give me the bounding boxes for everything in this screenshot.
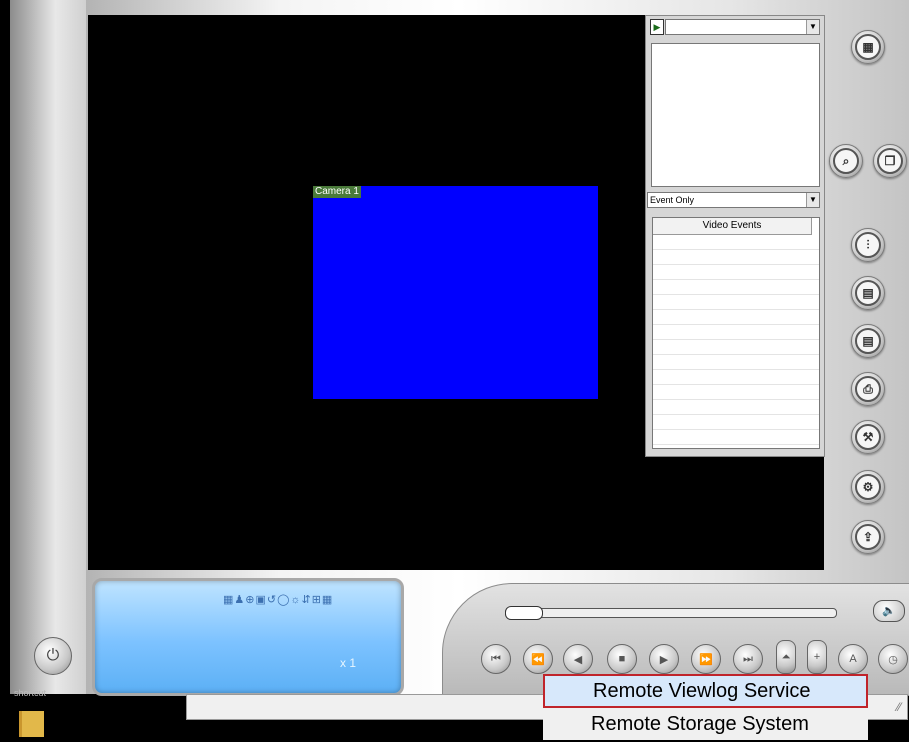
zoom-in-button[interactable]: + (807, 640, 827, 674)
lcd-status-panel: ▦♟⊕▣↺◯☼⇵⊞▦ x 1 (92, 578, 404, 696)
lcd-status-icons: ▦♟⊕▣↺◯☼⇵⊞▦ (223, 594, 334, 606)
magnifier-icon: ⌕ (833, 148, 859, 174)
list-item[interactable] (653, 415, 819, 430)
power-icon: ⏻ (46, 647, 60, 664)
chevron-down-icon[interactable]: ▼ (806, 193, 819, 207)
camera-list[interactable] (651, 43, 820, 187)
events-column-header: Video Events (653, 218, 812, 235)
menu-item-remote-storage[interactable]: Remote Storage System (543, 708, 868, 740)
backup-icon: ⇪ (855, 524, 881, 550)
step-back-icon: ⏪ (531, 653, 545, 666)
list-item[interactable] (653, 310, 819, 325)
play-button[interactable]: ▶ (649, 644, 679, 674)
tools-button[interactable]: ⚒ (851, 420, 885, 454)
search-button[interactable]: ⌕ (829, 144, 863, 178)
play-reverse-button[interactable]: ◀ (563, 644, 593, 674)
list-item[interactable] (653, 265, 819, 280)
save-avi-button[interactable]: ▤ (851, 276, 885, 310)
skip-end-button[interactable]: ⏭ (733, 644, 763, 674)
volume-button[interactable]: 🔈 (873, 600, 905, 622)
camera-select[interactable]: ▼ (665, 19, 820, 35)
grid-icon: ▦ (855, 34, 881, 60)
chevron-down-icon[interactable]: ▼ (806, 20, 819, 34)
tools-icon: ⚒ (855, 424, 881, 450)
list-item[interactable] (653, 250, 819, 265)
list-item[interactable] (653, 355, 819, 370)
step-forward-button[interactable]: ⏩ (691, 644, 721, 674)
stop-button[interactable]: ■ (607, 644, 637, 674)
adjust-button[interactable]: ⫶ (851, 228, 885, 262)
list-item[interactable] (653, 295, 819, 310)
text-icon: A (849, 653, 857, 665)
skip-start-icon: ⏮ (491, 652, 501, 665)
save-bmp-icon: ▤ (855, 328, 881, 354)
settings-button[interactable]: ⚙ (851, 470, 885, 504)
backup-button[interactable]: ⇪ (851, 520, 885, 554)
text-overlay-button[interactable]: A (838, 644, 868, 674)
step-forward-icon: ⏩ (699, 653, 713, 666)
list-item[interactable] (653, 400, 819, 415)
save-avi-icon: ▤ (855, 280, 881, 306)
playback-slider[interactable] (505, 606, 837, 620)
speaker-icon: 🔈 (882, 605, 896, 617)
gear-icon: ⚙ (855, 474, 881, 500)
rewind-start-button[interactable]: ⏮ (481, 644, 511, 674)
slider-thumb[interactable] (505, 606, 543, 620)
layout-button[interactable]: ▦ (851, 30, 885, 64)
speed-up-button[interactable]: ⏶ (776, 640, 796, 674)
list-item[interactable] (653, 280, 819, 295)
power-button[interactable]: ⏻ (34, 637, 72, 675)
panel-play-icon[interactable]: ▶ (650, 19, 664, 35)
play-reverse-icon: ◀ (573, 653, 583, 666)
sliders-icon: ⫶ (855, 232, 881, 258)
skip-end-icon: ⏭ (743, 652, 753, 665)
play-icon: ▶ (659, 653, 669, 666)
menu-item-remote-viewlog[interactable]: Remote Viewlog Service (543, 674, 868, 708)
desktop-shortcut-label: shortcut (14, 688, 47, 698)
event-filter-select[interactable]: Event Only ▼ (647, 192, 820, 208)
step-back-button[interactable]: ⏪ (523, 644, 553, 674)
list-item[interactable] (653, 340, 819, 355)
arrow-up-icon: ⏶ (781, 650, 791, 663)
playback-speed: x 1 (340, 656, 357, 670)
copy-button[interactable]: ❐ (873, 144, 907, 178)
left-rail (10, 0, 86, 694)
stop-icon: ■ (618, 653, 626, 665)
camera-label: Camera 1 (313, 186, 361, 198)
resize-grip-icon[interactable]: ⁄⁄ (897, 700, 901, 714)
clock-button[interactable]: ◷ (878, 644, 908, 674)
save-bmp-button[interactable]: ▤ (851, 324, 885, 358)
folder-icon[interactable] (19, 711, 44, 737)
printer-icon: ⎙ (855, 376, 881, 402)
list-item[interactable] (653, 385, 819, 400)
plus-icon: + (813, 651, 821, 663)
list-item[interactable] (653, 370, 819, 385)
event-filter-value: Event Only (650, 195, 695, 205)
copy-icon: ❐ (877, 148, 903, 174)
context-menu: Remote Viewlog Service Remote Storage Sy… (543, 674, 868, 740)
video-events-list[interactable]: Video Events (652, 217, 820, 449)
camera-1-view[interactable]: Camera 1 (313, 186, 598, 399)
print-button[interactable]: ⎙ (851, 372, 885, 406)
clock-icon: ◷ (888, 653, 898, 666)
list-item[interactable] (653, 430, 819, 445)
list-item[interactable] (653, 235, 819, 250)
list-item[interactable] (653, 325, 819, 340)
